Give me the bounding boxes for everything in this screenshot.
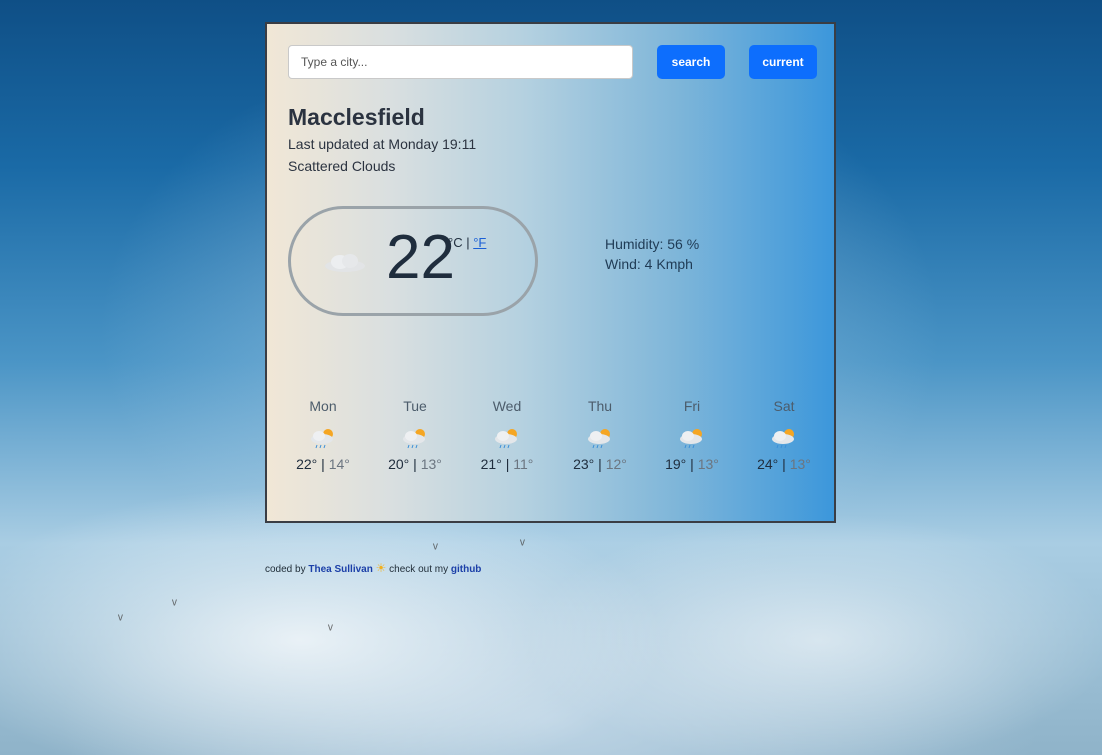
current-temperature-panel: 22 °C | °F xyxy=(288,206,538,316)
forecast-max: 20° xyxy=(388,456,410,472)
bird-image: ᵛ xyxy=(520,536,525,553)
forecast-min: 13° xyxy=(789,456,811,472)
rain-sun-cloud-icon xyxy=(403,429,425,449)
bird-image: ᵛ xyxy=(118,611,123,628)
forecast-day-name: Tue xyxy=(403,398,427,414)
weather-app-card: search current Macclesfield Last updated… xyxy=(265,22,836,523)
forecast-temps: 22° | 14° xyxy=(277,456,369,472)
city-search-input[interactable] xyxy=(288,45,633,79)
humidity-text: Humidity: 56 % xyxy=(605,236,700,252)
weather-details: Humidity: 56 % Wind: 4 Kmph xyxy=(605,234,699,274)
bird-image: ᵛ xyxy=(172,596,177,613)
footer-middle: check out my xyxy=(389,564,449,575)
forecast-max: 24° xyxy=(757,456,779,472)
footer-prefix: coded by xyxy=(265,564,306,575)
forecast-temps: 23° | 12° xyxy=(554,456,646,472)
forecast-day-name: Thu xyxy=(587,398,613,414)
search-button[interactable]: search xyxy=(657,45,725,79)
forecast-day-name: Sat xyxy=(773,398,795,414)
forecast-separator: | xyxy=(505,456,510,472)
search-form: search current xyxy=(288,45,818,81)
celsius-label: °C xyxy=(448,235,463,250)
forecast-day-name: Mon xyxy=(309,398,337,414)
forecast-max: 23° xyxy=(573,456,595,472)
forecast-day: Wed 21° | 11° xyxy=(461,398,553,472)
forecast-temps: 21° | 11° xyxy=(461,456,553,472)
forecast-min: 11° xyxy=(513,456,534,472)
forecast-max: 22° xyxy=(296,456,318,472)
bird-image: ᵛ xyxy=(328,621,333,638)
cloud-icon xyxy=(325,254,365,272)
forecast-temps: 24° | 13° xyxy=(738,456,830,472)
wind-text: Wind: 4 Kmph xyxy=(605,256,693,272)
forecast-min: 13° xyxy=(697,456,719,472)
rain-sun-cloud-icon xyxy=(772,429,794,449)
forecast-day-name: Fri xyxy=(683,398,701,414)
city-name: Macclesfield xyxy=(288,104,425,130)
forecast-separator: | xyxy=(690,456,694,472)
forecast-day: Mon 22° | 14° xyxy=(277,398,369,472)
forecast-separator: | xyxy=(321,456,325,472)
weather-description: Scattered Clouds xyxy=(288,158,396,174)
github-link[interactable]: github xyxy=(451,564,482,575)
unit-toggle: °C | °F xyxy=(448,235,486,250)
forecast-day: Tue 20° | 13° xyxy=(369,398,461,472)
forecast-separator: | xyxy=(413,456,417,472)
current-location-button[interactable]: current xyxy=(749,45,817,79)
forecast-day: Fri 19° | 13° xyxy=(646,398,738,472)
forecast-min: 14° xyxy=(328,456,350,472)
forecast-day: Thu 23° | 12° xyxy=(554,398,646,472)
forecast-max: 19° xyxy=(665,456,687,472)
forecast-day-name: Wed xyxy=(492,398,522,414)
bird-image: ᵛ xyxy=(433,540,438,557)
forecast-min: 12° xyxy=(605,456,627,472)
rain-sun-cloud-icon xyxy=(311,429,333,449)
rain-sun-cloud-icon xyxy=(495,429,517,449)
forecast-min: 13° xyxy=(420,456,442,472)
fahrenheit-link[interactable]: °F xyxy=(473,235,486,250)
forecast-separator: | xyxy=(782,456,786,472)
forecast-day: Sat 24° | 13° xyxy=(738,398,830,472)
forecast-separator: | xyxy=(598,456,602,472)
footer-credit: coded by Thea Sullivan ☀ check out my gi… xyxy=(265,561,481,575)
sun-icon: ☀ xyxy=(375,561,387,575)
forecast-max: 21° xyxy=(480,456,502,472)
last-updated-text: Last updated at Monday 19:11 xyxy=(288,136,477,152)
forecast-temps: 19° | 13° xyxy=(646,456,738,472)
rain-sun-cloud-icon xyxy=(680,429,702,449)
forecast-list: Mon 22° | 14° Tue 20° | 13° Wed 21° | 11… xyxy=(277,398,832,488)
rain-sun-cloud-icon xyxy=(588,429,610,449)
unit-separator: | xyxy=(466,235,470,250)
author-link[interactable]: Thea Sullivan xyxy=(308,564,372,575)
forecast-temps: 20° | 13° xyxy=(369,456,461,472)
temperature-value: 22 xyxy=(386,223,455,292)
